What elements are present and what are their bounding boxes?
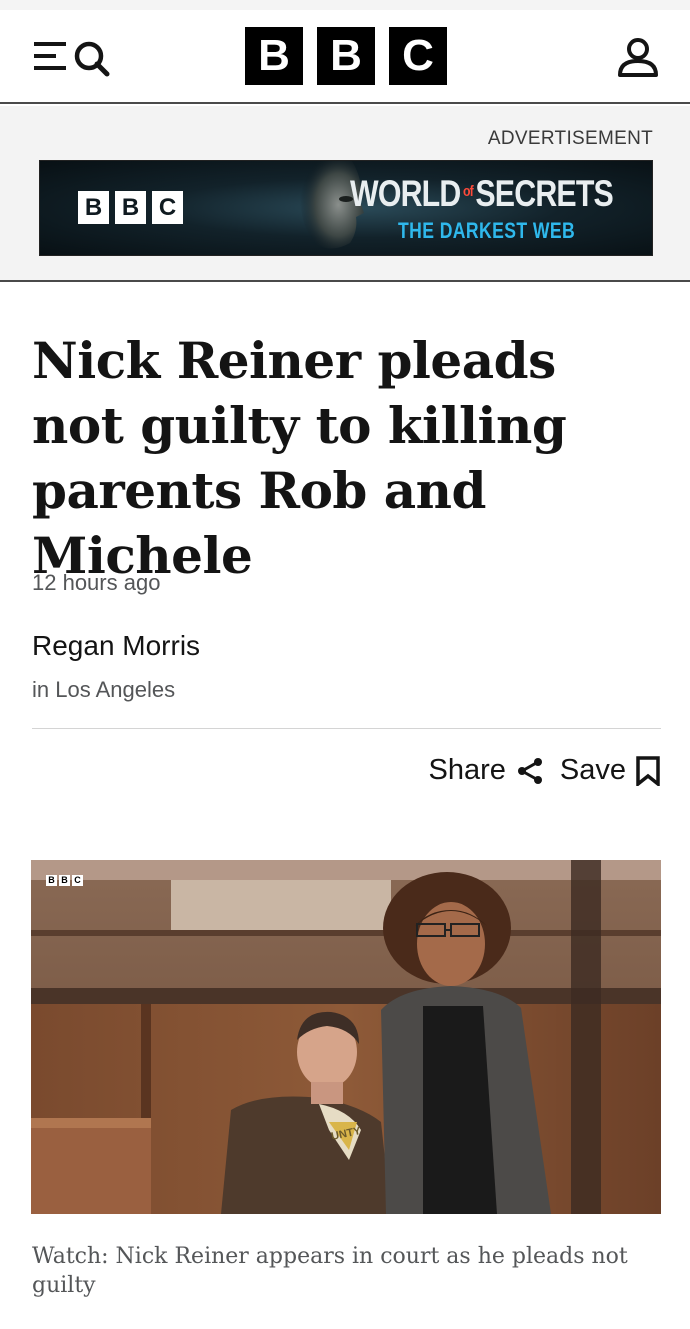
ad-bbc-logo: B B C — [78, 191, 183, 224]
watermark-letter-b1: B — [46, 875, 57, 886]
menu-search-button[interactable] — [34, 38, 110, 78]
advertisement-area: ADVERTISEMENT B B C WORLD ofSECRETS THE D… — [0, 106, 690, 282]
account-button[interactable] — [616, 36, 660, 80]
watermark-letter-c: C — [72, 875, 83, 886]
article-author[interactable]: Regan Morris — [32, 630, 200, 662]
share-button[interactable]: Share — [429, 754, 544, 787]
watermark-letter-b2: B — [59, 875, 70, 886]
ad-logo-letter-b1: B — [78, 191, 109, 224]
video-thumbnail — [31, 860, 661, 1214]
video-watermark: B B C — [46, 875, 83, 886]
ad-title: WORLD ofSECRETS — [350, 173, 614, 215]
site-header: B B C — [0, 10, 690, 104]
ad-title-part2: SECRETS — [475, 173, 613, 214]
advertisement-banner[interactable]: B B C WORLD ofSECRETS THE DARKEST WEB — [39, 160, 653, 256]
author-location: in Los Angeles — [32, 677, 176, 702]
ad-title-of: of — [462, 183, 474, 200]
video-player[interactable]: B B C UNTY — [31, 860, 661, 1214]
ad-title-part1: WORLD — [350, 173, 461, 214]
byline-divider — [32, 728, 661, 729]
bookmark-icon — [636, 755, 660, 786]
save-button[interactable]: Save — [560, 754, 660, 787]
account-icon — [618, 38, 658, 77]
save-label: Save — [559, 754, 626, 786]
ad-logo-letter-c: C — [152, 191, 183, 224]
bbc-logo[interactable]: B B C — [245, 27, 447, 85]
share-icon — [517, 757, 542, 784]
logo-letter-b1: B — [245, 27, 303, 85]
logo-letter-b2: B — [317, 27, 375, 85]
share-label: Share — [428, 754, 506, 786]
article-headline: Nick Reiner pleads not guilty to killing… — [32, 331, 567, 585]
advertisement-label: ADVERTISEMENT — [487, 128, 653, 149]
article-actions: Share Save — [429, 754, 661, 787]
logo-letter-c: C — [389, 27, 447, 85]
ad-subtitle: THE DARKEST WEB — [398, 218, 576, 243]
menu-icon — [34, 41, 110, 77]
status-strip — [0, 0, 690, 10]
article-timestamp: 12 hours ago — [32, 570, 161, 595]
video-caption: Watch: Nick Reiner appears in court as h… — [32, 1244, 628, 1298]
ad-logo-letter-b2: B — [115, 191, 146, 224]
